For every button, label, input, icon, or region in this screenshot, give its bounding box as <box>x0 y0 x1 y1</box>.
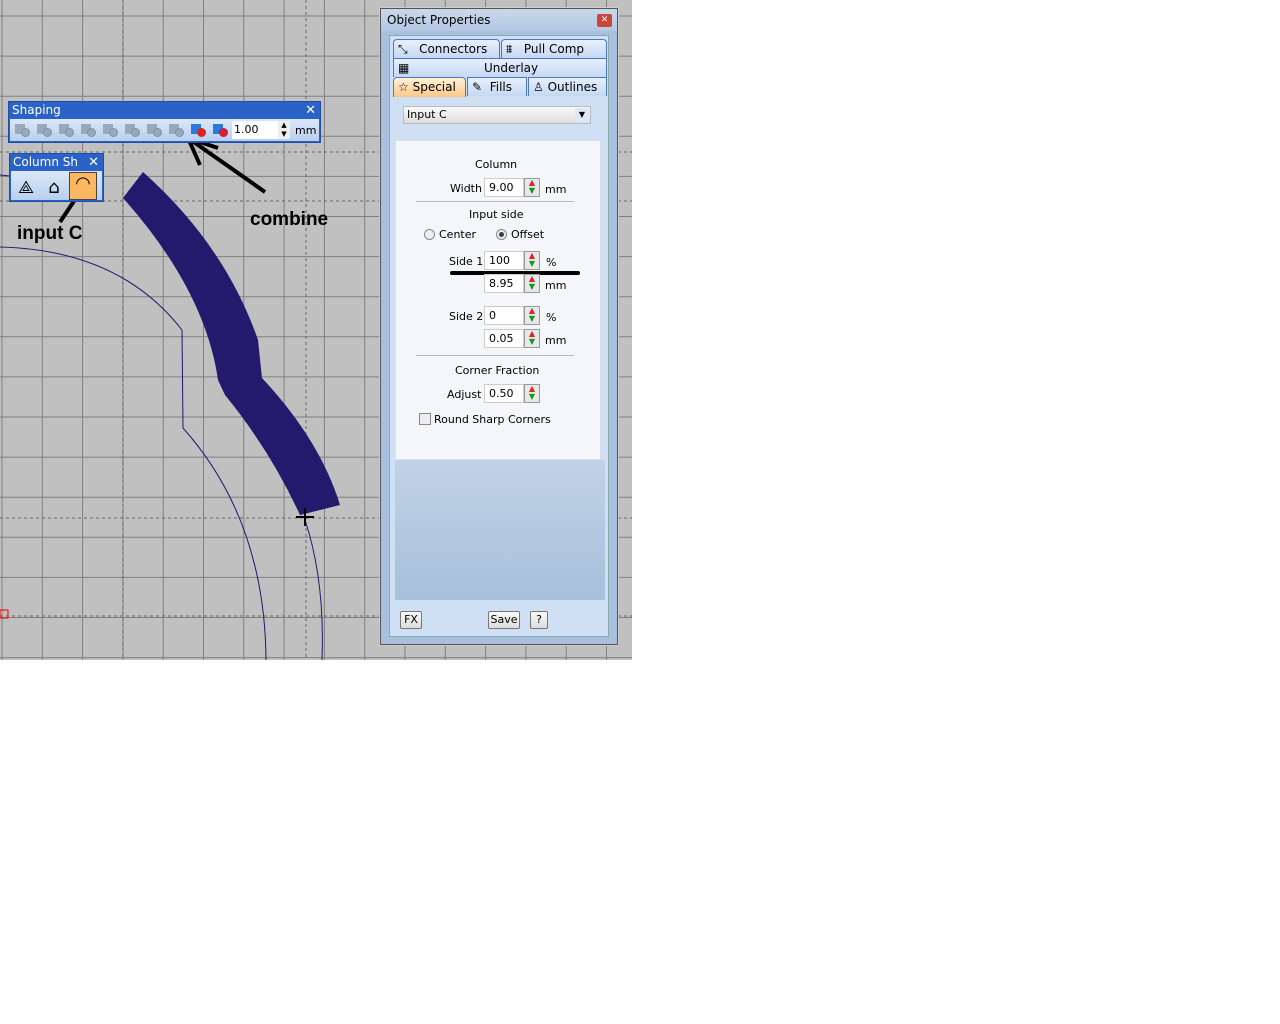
shape-union-icon[interactable] <box>12 121 32 139</box>
origin-marker <box>0 609 9 619</box>
save-button[interactable]: Save <box>488 611 520 629</box>
tab-label: Underlay <box>484 61 539 75</box>
panel-background <box>395 460 605 600</box>
offset-radio[interactable] <box>496 229 507 240</box>
width-spinner[interactable]: ▲ ▼ <box>524 178 540 197</box>
side1-percent-spinner[interactable]: ▲ ▼ <box>524 251 540 270</box>
tab-pull-comp[interactable]: ⩩ Pull Comp <box>501 39 607 58</box>
adjust-label: Adjust <box>447 388 482 401</box>
corner-fraction-heading: Corner Fraction <box>455 364 540 377</box>
center-radio[interactable] <box>424 229 435 240</box>
adjust-spinner[interactable]: ▲ ▼ <box>524 384 540 403</box>
fill-hole-icon[interactable] <box>188 121 208 139</box>
column-a-icon[interactable]: ⟁ <box>13 177 39 198</box>
shaping-title: Shaping <box>12 103 61 117</box>
tab-connectors[interactable]: ⤡ Connectors <box>393 39 500 58</box>
column-b-icon[interactable]: ⌂ <box>41 177 67 198</box>
column-title: Column Sh <box>13 155 78 169</box>
combine-icon[interactable] <box>166 121 186 139</box>
input-side-heading: Input side <box>469 208 524 221</box>
side2-mm-spinner[interactable]: ▲ ▼ <box>524 329 540 348</box>
tab-outlines[interactable]: ♙ Outlines <box>528 77 607 96</box>
round-sharp-corners-label: Round Sharp Corners <box>434 413 551 426</box>
divider <box>416 355 574 356</box>
tab-label: Connectors <box>419 42 488 56</box>
round-sharp-corners-checkbox[interactable] <box>419 413 431 425</box>
combine-annotation: combine <box>250 209 329 230</box>
chevron-down-icon: ▼ <box>575 108 589 122</box>
arrow-combine <box>186 136 267 194</box>
shape-intersect-icon[interactable] <box>56 121 76 139</box>
special-settings-panel: Column Width 9.00 ▲ ▼ mm Input side Cente… <box>395 140 601 460</box>
column-shape-toolbar: Column Sh ✕ ⟁ ⌂ ◠ <box>9 153 104 202</box>
side2-label: Side 2 <box>449 310 484 323</box>
tab-fills[interactable]: ✎ Fills <box>467 77 527 96</box>
divider <box>416 201 574 202</box>
width-field[interactable]: 9.00 <box>484 178 524 197</box>
offset-spinner[interactable]: ▲ ▼ <box>278 121 290 139</box>
shape-split-icon[interactable] <box>122 121 142 139</box>
offset-label: Offset <box>511 228 545 241</box>
side1-mm-field[interactable]: 8.95 <box>484 274 524 293</box>
unit-label: mm <box>545 183 567 196</box>
side2-percent-field[interactable]: 0 <box>484 306 524 325</box>
side1-mm-spinner[interactable]: ▲ ▼ <box>524 274 540 293</box>
shaping-toolbar: Shaping ✕ 1.00 ▲ ▼ mm <box>8 101 321 143</box>
help-button[interactable]: ? <box>530 611 548 629</box>
unit-label: % <box>546 311 557 324</box>
unit-label: mm <box>545 279 567 292</box>
column-type-select[interactable]: Input C ▼ <box>403 106 591 124</box>
pull-comp-icon: ⩩ <box>506 42 513 56</box>
star-icon: ☆ <box>398 80 409 94</box>
fills-icon: ✎ <box>472 80 483 94</box>
center-label: Center <box>439 228 477 241</box>
input-c-icon[interactable]: ◠ <box>69 171 97 200</box>
input-c-annotation: input C <box>17 223 83 244</box>
close-icon[interactable]: ✕ <box>597 14 612 27</box>
side1-label: Side 1 <box>449 255 484 268</box>
shape-subtract-icon[interactable] <box>34 121 54 139</box>
unit-label: % <box>546 256 557 269</box>
close-icon[interactable]: ✕ <box>88 154 99 171</box>
offset-input[interactable]: 1.00 <box>232 121 278 139</box>
outlines-icon: ♙ <box>533 80 544 94</box>
side2-percent-spinner[interactable]: ▲ ▼ <box>524 306 540 325</box>
unit-label: mm <box>295 123 317 137</box>
fx-button[interactable]: FX <box>400 611 422 629</box>
object-properties-dialog: Object Properties ✕ ⤡ Connectors ⩩ Pull … <box>380 8 618 645</box>
column-heading: Column <box>475 158 518 171</box>
close-icon[interactable]: ✕ <box>305 102 316 119</box>
connectors-icon: ⤡ <box>398 42 408 56</box>
adjust-field[interactable]: 0.50 <box>484 384 524 403</box>
tab-special[interactable]: ☆ Special <box>393 77 466 97</box>
side1-percent-field[interactable]: 100 <box>484 251 524 270</box>
tab-label: Pull Comp <box>523 42 585 56</box>
dialog-title: Object Properties <box>381 9 617 31</box>
unit-label: mm <box>545 334 567 347</box>
tab-underlay[interactable]: ▦ Underlay <box>393 58 607 77</box>
selected-method: Input C <box>407 108 447 121</box>
underlay-icon: ▦ <box>398 61 410 75</box>
width-label: Width <box>450 182 482 195</box>
shape-trim-icon[interactable] <box>100 121 120 139</box>
offset-icon[interactable] <box>210 121 230 139</box>
tab-label: Outlines <box>547 80 598 94</box>
side2-mm-field[interactable]: 0.05 <box>484 329 524 348</box>
tab-label: Fills <box>489 80 512 94</box>
tab-label: Special <box>412 80 456 94</box>
shape-break-icon[interactable] <box>144 121 164 139</box>
shape-exclude-icon[interactable] <box>78 121 98 139</box>
